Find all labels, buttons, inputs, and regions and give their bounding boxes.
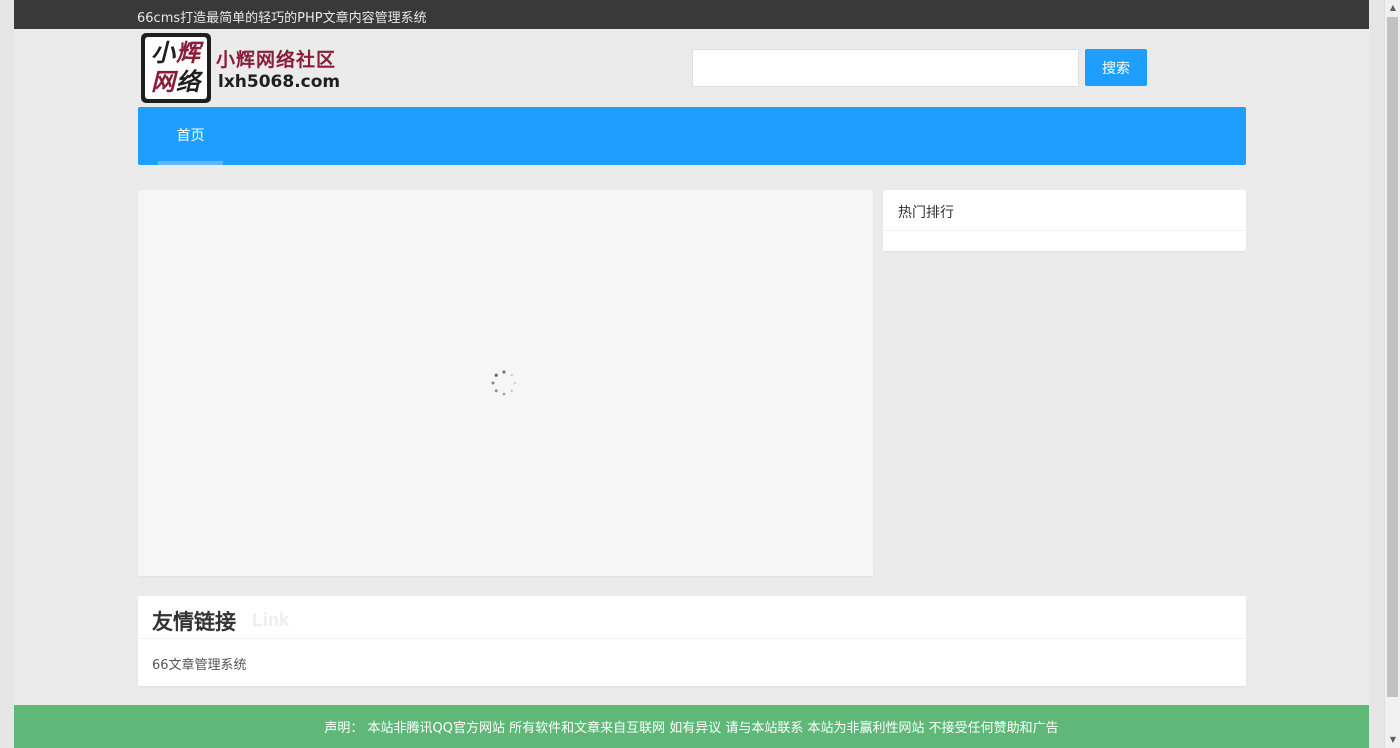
search-button[interactable]: 搜索 bbox=[1085, 49, 1147, 86]
logo-glyph: 网 bbox=[151, 67, 175, 96]
friend-links-title: 友情链接 bbox=[152, 610, 236, 634]
page-scrollbar[interactable]: ▲ ▼ bbox=[1384, 0, 1400, 748]
site-name[interactable]: 小辉网络社区 bbox=[216, 45, 336, 72]
friend-links-panel: 友情链接 Link 66文章管理系统 bbox=[138, 596, 1246, 686]
nav-item-label: 首页 bbox=[176, 128, 205, 144]
logo-glyph: 络 bbox=[176, 67, 200, 96]
hot-ranking-panel: 热门排行 bbox=[883, 190, 1246, 251]
logo-glyph: 小 bbox=[151, 38, 175, 67]
friend-link-item[interactable]: 66文章管理系统 bbox=[152, 654, 247, 673]
site-logo[interactable]: 小 辉 网 络 bbox=[141, 33, 211, 103]
page-edge-right bbox=[1369, 0, 1384, 748]
site-footer: 声明： 本站非腾讯QQ官方网站 所有软件和文章来自互联网 如有异议 请与本站联系… bbox=[14, 705, 1369, 748]
hot-ranking-title: 热门排行 bbox=[898, 205, 954, 221]
nav-active-indicator bbox=[158, 161, 223, 165]
friend-links-subtitle: Link bbox=[252, 610, 290, 630]
page-edge-left bbox=[0, 0, 14, 748]
scrollbar-thumb[interactable] bbox=[1387, 17, 1398, 697]
divider bbox=[138, 638, 1246, 639]
divider bbox=[883, 230, 1246, 231]
scroll-up-icon[interactable]: ▲ bbox=[1385, 0, 1400, 16]
nav-item-home[interactable]: 首页 bbox=[158, 107, 223, 165]
logo-glyph: 辉 bbox=[176, 38, 200, 67]
top-bar: 66cms打造最简单的轻巧的PHP文章内容管理系统 bbox=[14, 0, 1369, 29]
footer-statement: 声明： 本站非腾讯QQ官方网站 所有软件和文章来自互联网 如有异议 请与本站联系… bbox=[324, 721, 1059, 736]
site-domain[interactable]: lxh5068.com bbox=[218, 72, 340, 92]
footer-links-row bbox=[654, 744, 914, 748]
logo-emblem: 小 辉 网 络 bbox=[145, 37, 207, 99]
main-nav: 首页 bbox=[138, 107, 1246, 165]
loading-spinner-icon bbox=[491, 370, 517, 396]
scroll-down-icon[interactable]: ▼ bbox=[1385, 732, 1400, 748]
search-input[interactable] bbox=[692, 49, 1079, 87]
carousel-panel bbox=[138, 190, 873, 576]
site-tagline: 66cms打造最简单的轻巧的PHP文章内容管理系统 bbox=[137, 11, 427, 26]
